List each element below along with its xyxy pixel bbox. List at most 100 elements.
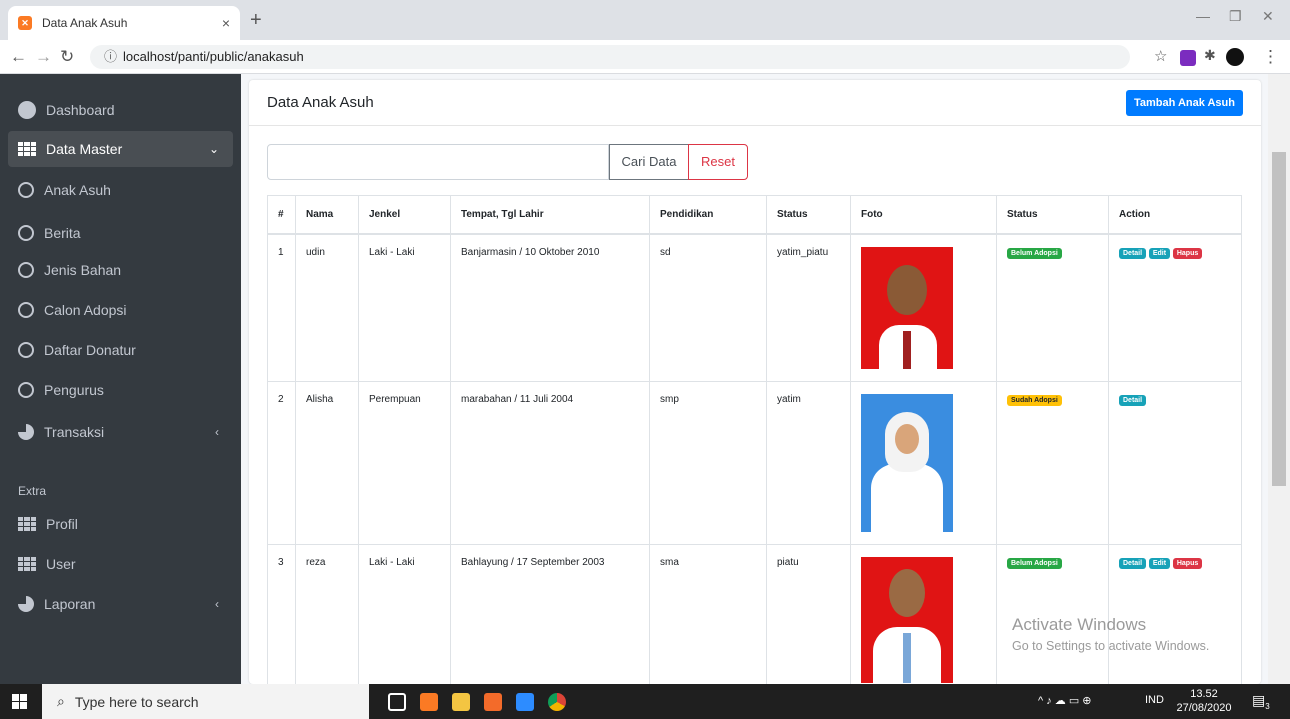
sidebar-item-data-master[interactable]: Data Master ⌄ (8, 131, 233, 167)
cell-ttl: marabahan / 11 Juli 2004 (450, 381, 650, 545)
app-taskbar-icon[interactable] (484, 693, 502, 711)
search-button[interactable]: Cari Data (609, 144, 689, 180)
sidebar-section-extra: Extra (18, 484, 47, 498)
circle-icon (18, 182, 34, 198)
data-table: # Nama Jenkel Tempat, Tgl Lahir Pendidik… (267, 195, 1242, 684)
sidebar-item-user[interactable]: User (8, 546, 233, 582)
scrollbar-thumb[interactable] (1272, 152, 1286, 486)
sidebar-item-transaksi[interactable]: Transaksi ‹ (8, 414, 233, 450)
add-anak-asuh-button[interactable]: Tambah Anak Asuh (1125, 90, 1243, 116)
search-icon: ⌕ (57, 693, 65, 709)
sidebar-item-label: Transaksi (44, 424, 105, 440)
xampp-taskbar-icon[interactable] (420, 693, 438, 711)
cell-foto (850, 381, 997, 545)
reset-button[interactable]: Reset (688, 144, 748, 180)
new-tab-button[interactable]: + (250, 9, 262, 32)
notification-count: 3 (1265, 701, 1270, 711)
windows-taskbar: ⌕ Type here to search ^ ♪ ☁ ▭ ⊕ IND 13.5… (0, 684, 1290, 719)
close-tab-icon[interactable]: × (222, 15, 230, 31)
address-bar-row: ← → ↻ ⓘ localhost/panti/public/anakasuh ☆… (0, 40, 1290, 74)
edit-button[interactable]: Edit (1148, 247, 1171, 259)
col-header: # (267, 195, 296, 235)
reload-icon[interactable]: ↻ (60, 47, 74, 67)
col-header: Action (1108, 195, 1242, 235)
edit-button[interactable]: Edit (1148, 558, 1171, 569)
cell-jenkel: Laki - Laki (358, 233, 451, 382)
main-card: Data Anak Asuh Tambah Anak Asuh Cari Dat… (249, 80, 1261, 684)
cell-action: Detail Edit Hapus (1108, 233, 1242, 382)
cell-adopsi-status: Belum Adopsi (996, 233, 1109, 382)
hapus-button[interactable]: Hapus (1172, 558, 1203, 569)
sidebar-item-jenis-bahan[interactable]: Jenis Bahan (8, 252, 233, 288)
close-window-icon[interactable]: ✕ (1262, 8, 1274, 25)
language-indicator[interactable]: IND (1145, 694, 1164, 706)
pie-chart-icon (18, 596, 34, 612)
search-input[interactable] (267, 144, 609, 180)
chevron-left-icon: ‹ (215, 597, 219, 611)
menu-kebab-icon[interactable]: ⋮ (1262, 47, 1279, 67)
sidebar-item-label: Profil (46, 516, 78, 532)
col-header: Nama (295, 195, 359, 235)
restore-icon[interactable]: ❐ (1229, 8, 1242, 25)
cell-status: yatim_piatu (766, 233, 851, 382)
grid-icon (18, 557, 36, 571)
circle-icon (18, 342, 34, 358)
forward-icon[interactable]: → (35, 47, 52, 67)
card-header: Data Anak Asuh Tambah Anak Asuh (249, 80, 1261, 126)
detail-button[interactable]: Detail (1119, 558, 1147, 569)
chevron-left-icon: ‹ (215, 425, 219, 439)
taskbar-search-placeholder: Type here to search (74, 693, 199, 710)
chevron-down-icon: ⌄ (208, 142, 219, 156)
sidebar-item-daftar-donatur[interactable]: Daftar Donatur (8, 332, 233, 368)
sidebar-item-calon-adopsi[interactable]: Calon Adopsi (8, 292, 233, 328)
hapus-button[interactable]: Hapus (1172, 247, 1203, 259)
sidebar-item-laporan[interactable]: Laporan ‹ (8, 586, 233, 622)
task-view-icon[interactable] (388, 693, 406, 711)
child-photo (861, 246, 953, 369)
clock-time: 13.52 (1190, 688, 1218, 700)
browser-tab[interactable]: ✕ Data Anak Asuh × (8, 6, 240, 40)
sidebar-item-anak-asuh[interactable]: Anak Asuh (8, 172, 233, 208)
detail-button[interactable]: Detail (1119, 395, 1147, 406)
sidebar-item-profil[interactable]: Profil (8, 506, 233, 542)
cell-no: 2 (267, 381, 296, 545)
cell-action: Detail (1108, 381, 1242, 545)
col-header: Jenkel (358, 195, 451, 235)
zoom-taskbar-icon[interactable] (516, 693, 534, 711)
tray-icons[interactable]: ^ ♪ ☁ ▭ ⊕ (1038, 694, 1092, 707)
windows-start-icon[interactable] (12, 694, 27, 709)
cell-pendidikan: sma (649, 544, 767, 684)
url-field[interactable]: ⓘ localhost/panti/public/anakasuh (90, 45, 1130, 69)
sidebar-item-label: Data Master (46, 141, 123, 157)
sidebar-item-label: Berita (44, 225, 81, 241)
sidebar-item-pengurus[interactable]: Pengurus (8, 372, 233, 408)
xampp-favicon-icon: ✕ (18, 16, 32, 30)
back-icon[interactable]: ← (10, 47, 27, 67)
sidebar-item-label: Calon Adopsi (44, 302, 127, 318)
sidebar-item-berita[interactable]: Berita (8, 215, 233, 251)
sidebar-item-dashboard[interactable]: Dashboard (8, 92, 233, 128)
sidebar-item-label: Anak Asuh (44, 182, 111, 198)
circle-icon (18, 225, 34, 241)
file-explorer-icon[interactable] (452, 693, 470, 711)
taskbar-search[interactable]: ⌕ Type here to search (42, 684, 369, 719)
circle-icon (18, 302, 34, 318)
clock[interactable]: 13.52 27/08/2020 (1172, 687, 1236, 715)
detail-button[interactable]: Detail (1119, 247, 1147, 259)
tab-title: Data Anak Asuh (42, 16, 128, 30)
bookmark-star-icon[interactable]: ☆ (1154, 47, 1167, 65)
notification-icon[interactable]: ▤3 (1252, 692, 1270, 711)
cell-nama: Alisha (295, 381, 359, 545)
profile-avatar[interactable] (1226, 48, 1244, 66)
chrome-taskbar-icon[interactable] (548, 693, 566, 711)
cell-no: 1 (267, 233, 296, 382)
minimize-icon[interactable]: — (1196, 8, 1210, 24)
page-scrollbar[interactable] (1268, 74, 1290, 684)
sidebar-item-label: Daftar Donatur (44, 342, 136, 358)
extension-icon[interactable] (1180, 50, 1196, 66)
cell-nama: udin (295, 233, 359, 382)
cell-pendidikan: smp (649, 381, 767, 545)
pie-chart-icon (18, 424, 34, 440)
site-info-icon[interactable]: ⓘ (104, 49, 117, 64)
puzzle-extensions-icon[interactable]: ✱ (1204, 47, 1216, 64)
